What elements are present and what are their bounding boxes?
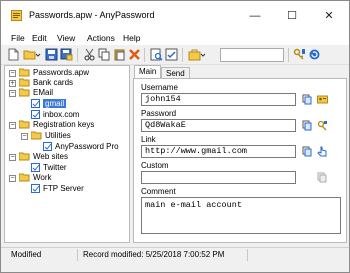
record-panel: Main Send Username john154 Password Qd8W… bbox=[133, 65, 347, 243]
tree-item-label: Bank cards bbox=[33, 78, 74, 87]
tree-item-gmail[interactable]: gmail bbox=[31, 99, 67, 109]
new-file-icon[interactable] bbox=[7, 48, 20, 61]
app-logo-icon bbox=[11, 10, 22, 21]
tree-item-ftp-server[interactable]: FTP Server bbox=[31, 184, 84, 194]
tree-item-anypassword-pro[interactable]: AnyPassword Pro bbox=[43, 142, 119, 152]
tree-item-label: inbox.com bbox=[43, 110, 80, 119]
entry-icon bbox=[31, 184, 40, 196]
status-state: Modified bbox=[11, 250, 42, 259]
password-label: Password bbox=[141, 109, 177, 118]
link-label: Link bbox=[141, 135, 156, 144]
open-folder-icon bbox=[30, 131, 42, 143]
tree-item-email[interactable]: EMail bbox=[18, 88, 54, 100]
tree-root[interactable]: Passwords.apw bbox=[18, 68, 90, 78]
username-label: Username bbox=[141, 83, 178, 92]
tree-item-work[interactable]: Work bbox=[18, 173, 52, 185]
tree-item-label: EMail bbox=[33, 88, 54, 97]
tree-item-utilities[interactable]: Utilities bbox=[30, 131, 71, 143]
comment-field[interactable]: main e-mail account bbox=[141, 197, 341, 234]
tree-item-web-sites[interactable]: Web sites bbox=[18, 152, 68, 164]
cut-icon[interactable] bbox=[83, 48, 96, 61]
collapse-web-sites-icon[interactable]: − bbox=[9, 154, 16, 161]
copy-icon[interactable] bbox=[98, 48, 111, 61]
collapse-registration-keys-icon[interactable]: − bbox=[9, 122, 16, 129]
menu-edit[interactable]: Edit bbox=[32, 32, 47, 44]
status-bar: Modified Record modified: 5/25/2018 7:00… bbox=[1, 247, 349, 261]
tree-item-label: FTP Server bbox=[43, 184, 84, 193]
menu-help[interactable]: Help bbox=[123, 32, 140, 44]
toolbar-separator bbox=[144, 48, 145, 62]
close-button[interactable]: ✕ bbox=[321, 9, 337, 23]
custom-field[interactable] bbox=[141, 171, 296, 184]
tree-item-label: Work bbox=[33, 173, 52, 182]
toolbar bbox=[1, 45, 349, 65]
save-icon[interactable] bbox=[45, 48, 58, 61]
tree-item-label: Utilities bbox=[45, 131, 71, 140]
collapse-work-icon[interactable]: − bbox=[9, 175, 16, 182]
expand-bank-cards-icon[interactable]: + bbox=[9, 80, 16, 87]
tree-item-twitter[interactable]: Twitter bbox=[31, 163, 67, 173]
menu-file[interactable]: File bbox=[11, 32, 25, 44]
copy-icon[interactable] bbox=[317, 172, 328, 183]
open-folder-icon bbox=[18, 120, 30, 132]
key-icon[interactable] bbox=[293, 48, 306, 61]
password-field[interactable]: Qd8WakaE bbox=[141, 119, 296, 132]
tree-item-label: Registration keys bbox=[33, 120, 95, 129]
tree-item-label: AnyPassword Pro bbox=[55, 142, 119, 151]
status-separator bbox=[247, 249, 248, 261]
refresh-icon[interactable] bbox=[308, 48, 321, 61]
toolbar-separator bbox=[182, 48, 183, 62]
copy-icon[interactable] bbox=[302, 146, 313, 157]
chevron-down-icon[interactable] bbox=[200, 48, 206, 61]
title-bar: Passwords.apw - AnyPassword — ☐ ✕ bbox=[1, 1, 349, 31]
tab-main[interactable]: Main bbox=[134, 65, 162, 79]
comment-label: Comment bbox=[141, 187, 176, 196]
toolbar-separator bbox=[288, 48, 289, 62]
status-record-modified: Record modified: 5/25/2018 7:00:52 PM bbox=[83, 250, 225, 259]
chevron-down-icon[interactable] bbox=[35, 48, 41, 61]
tab-panel-main: Username john154 Password Qd8WakaE Link … bbox=[133, 78, 347, 243]
collapse-root-icon[interactable]: − bbox=[9, 70, 16, 77]
menu-actions[interactable]: Actions bbox=[87, 32, 115, 44]
find-icon[interactable] bbox=[150, 48, 163, 61]
tree-root-label: Passwords.apw bbox=[33, 68, 90, 77]
paste-icon[interactable] bbox=[113, 48, 126, 61]
search-input[interactable] bbox=[220, 48, 284, 62]
custom-label: Custom bbox=[141, 161, 169, 170]
generate-password-icon[interactable] bbox=[317, 120, 328, 131]
delete-icon[interactable] bbox=[128, 48, 141, 61]
window-title: Passwords.apw - AnyPassword bbox=[29, 10, 155, 20]
folder-tree: − Passwords.apw + Bank cards − EMail gma… bbox=[4, 65, 130, 243]
collapse-utilities-icon[interactable]: − bbox=[21, 133, 28, 140]
tree-item-inbox[interactable]: inbox.com bbox=[31, 110, 79, 120]
properties-icon[interactable] bbox=[165, 48, 178, 61]
menu-bar: File Edit View Actions Help bbox=[1, 31, 349, 45]
username-field[interactable]: john154 bbox=[141, 93, 296, 106]
tree-item-label: Twitter bbox=[43, 163, 67, 172]
collapse-email-icon[interactable]: − bbox=[9, 90, 16, 97]
copy-icon[interactable] bbox=[302, 120, 313, 131]
status-separator bbox=[77, 249, 78, 261]
open-folder-icon bbox=[18, 173, 30, 185]
app-window: Passwords.apw - AnyPassword — ☐ ✕ File E… bbox=[0, 0, 350, 273]
tree-item-label: gmail bbox=[43, 99, 67, 108]
copy-icon[interactable] bbox=[302, 94, 313, 105]
tree-item-label: Web sites bbox=[33, 152, 68, 161]
open-folder-icon bbox=[18, 88, 30, 100]
open-folder-icon bbox=[18, 152, 30, 164]
open-link-icon[interactable] bbox=[317, 146, 328, 157]
id-card-icon[interactable] bbox=[317, 94, 328, 105]
tree-item-bank-cards[interactable]: Bank cards bbox=[18, 78, 74, 88]
save-as-icon[interactable] bbox=[60, 48, 73, 61]
maximize-button[interactable]: ☐ bbox=[284, 9, 300, 23]
minimize-button[interactable]: — bbox=[247, 9, 263, 23]
link-field[interactable]: http://www.gmail.com bbox=[141, 145, 296, 158]
menu-view[interactable]: View bbox=[57, 32, 75, 44]
tree-item-registration-keys[interactable]: Registration keys bbox=[18, 120, 95, 132]
toolbar-separator bbox=[77, 48, 78, 62]
